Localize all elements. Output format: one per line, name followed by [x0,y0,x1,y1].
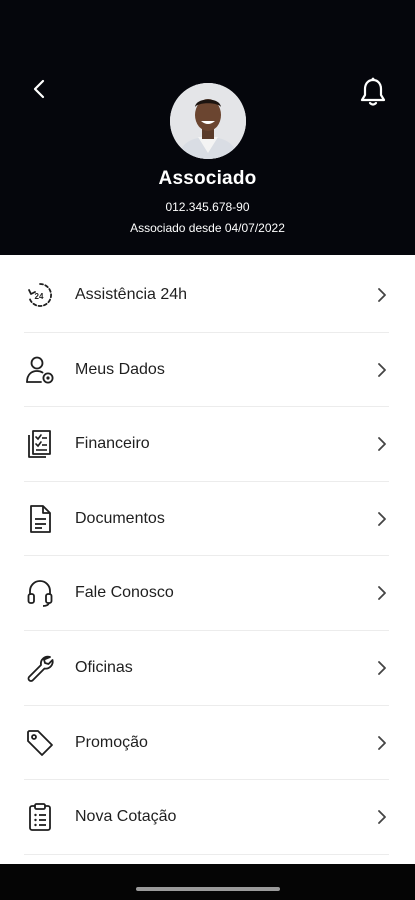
menu-item-meus-dados[interactable]: Meus Dados [24,333,389,408]
headset-icon [24,578,56,608]
notifications-button[interactable] [357,74,389,110]
member-since: Associado desde 04/07/2022 [130,221,285,235]
user-settings-icon [24,355,56,385]
menu-item-nova-cotacao[interactable]: Nova Cotação [24,780,389,855]
checklist-icon [24,429,56,459]
menu-item-assistencia[interactable]: 24 Assistência 24h [24,258,389,333]
chevron-right-icon [375,584,389,602]
menu-item-promocao[interactable]: Promoção [24,706,389,781]
system-nav-bar [0,864,415,900]
member-cpf: 012.345.678-90 [165,200,250,214]
svg-text:24: 24 [35,292,44,301]
chevron-right-icon [375,286,389,304]
menu-item-label: Assistência 24h [75,286,188,303]
clipboard-list-icon [24,802,56,832]
clock-24h-icon: 24 [24,280,56,310]
menu-item-label: Promoção [75,733,148,751]
menu-item-label: Financeiro [75,435,150,453]
bell-icon [360,77,386,106]
document-icon [24,504,56,534]
menu-item-oficinas[interactable]: Oficinas [24,631,389,706]
home-gesture-handle[interactable] [136,887,280,891]
chevron-right-icon [375,510,389,528]
avatar-photo [170,83,246,159]
menu-item-label: Meus Dados [75,360,165,378]
menu-item-label: Documentos [75,509,165,527]
menu-item-label: Nova Cotação [75,808,177,826]
profile-header: Associado 012.345.678-90 Associado desde… [0,0,415,255]
chevron-right-icon [375,659,389,677]
menu-list: 24 Assistência 24h Meus Dados Financeiro… [0,258,415,855]
back-button[interactable] [26,74,52,104]
chevron-left-icon [33,79,45,99]
tag-icon [24,728,56,758]
chevron-right-icon [375,361,389,379]
menu-item-label: Oficinas [75,658,133,676]
avatar[interactable] [170,83,246,159]
chevron-right-icon [375,808,389,826]
wrench-icon [24,653,56,683]
chevron-right-icon [375,435,389,453]
chevron-right-icon [375,734,389,752]
menu-item-financeiro[interactable]: Financeiro [24,407,389,482]
menu-item-label: Fale Conosco [75,584,174,602]
menu-item-documentos[interactable]: Documentos [24,482,389,557]
menu-item-fale-conosco[interactable]: Fale Conosco [24,556,389,631]
member-name: Associado [158,168,257,189]
